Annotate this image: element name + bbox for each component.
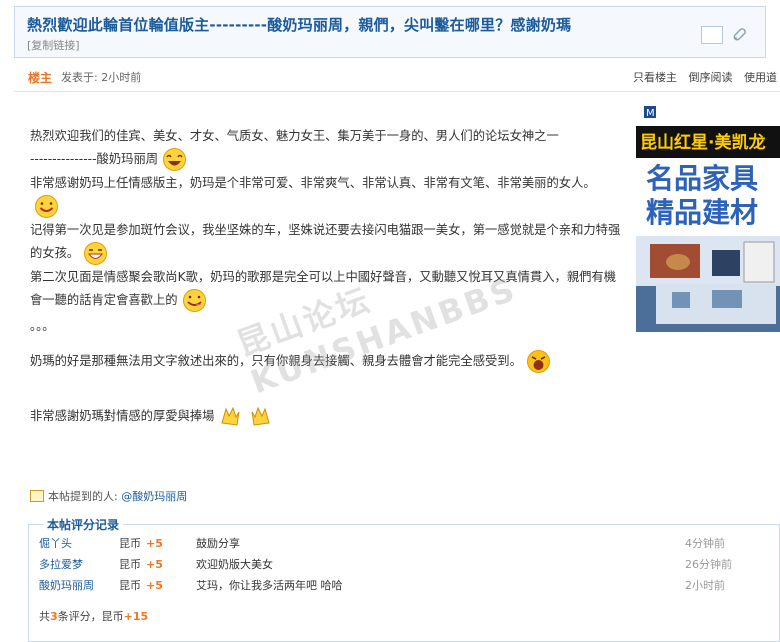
rating-count: 3 [50, 610, 58, 623]
paragraph-text: ---------------酸奶玛丽周 [30, 152, 159, 166]
wrench-icon[interactable] [731, 27, 747, 43]
rating-currency: 昆币 +5 [119, 537, 163, 550]
post-paragraph: 非常感謝奶瑪對情感的厚愛與捧場 [30, 403, 624, 430]
post-time: 发表于: 2小时前 [61, 71, 142, 84]
rating-row: 酸奶玛丽周 昆币 +5 艾玛，你让我多活两年吧 哈哈 2小时前 [39, 576, 780, 596]
grin-emoji-icon [84, 242, 108, 265]
post-paragraph: 热烈欢迎我们的佳宾、美女、才女、气质女、魅力女王、集万美于一身的、男人们的论坛女… [30, 129, 559, 143]
post-paragraph: 。。。 [30, 319, 55, 333]
post-paragraph: 非常感谢奶玛上任情感版主，奶玛是个非常可爱、非常爽气、非常认真、非常有文笔、非常… [30, 173, 624, 220]
post-paragraph: 奶瑪的好是那種無法用文字敘述出來的，只有你親身去接觸、親身去體會才能完全感受到。 [30, 348, 624, 375]
rating-user-link[interactable]: 倔丫头 [39, 534, 72, 554]
clap-left-icon [221, 406, 240, 426]
mentioned-users: 本帖提到的人: @酸奶玛丽周 [30, 488, 187, 504]
mention-label: 本帖提到的人: [48, 490, 118, 503]
ad-line1: 名品家具 [646, 162, 758, 195]
paragraph-text: 非常感谢奶玛上任情感版主，奶玛是个非常可爱、非常爽气、非常认真、非常有文笔、非常… [30, 176, 596, 190]
rating-record-box: 本帖评分记录 倔丫头 昆币 +5 鼓励分享 4分钟前 多拉爱梦 昆币 +5 欢迎奶版… [28, 516, 780, 642]
author-label: 楼主 [28, 71, 53, 85]
post-paragraph: ---------------酸奶玛丽周 [30, 146, 624, 173]
paragraph-text: 记得第一次见是参加斑竹会议，我坐坚姝的车，坚姝说还要去接闪电猫跟一美女，第一感觉… [30, 223, 621, 260]
post-paragraph: 第二次见面是情感聚会歌尚K歌，奶玛的歌那是完全可以上中國好聲音，又動聽又悅耳又真… [30, 267, 624, 314]
rating-row: 多拉爱梦 昆币 +5 欢迎奶版大美女 26分钟前 [39, 555, 780, 575]
rating-currency: 昆币 +5 [119, 579, 163, 592]
mentioned-user-link[interactable]: @酸奶玛丽周 [121, 490, 187, 503]
rating-reason: 艾玛，你让我多活两年吧 哈哈 [196, 579, 343, 592]
advertisement-banner[interactable]: M 昆山红星·美凯龙 名品家具 精品建材 [636, 104, 780, 332]
post-content: 热烈欢迎我们的佳宾、美女、才女、气质女、魅力女王、集万美于一身的、男人们的论坛女… [30, 126, 624, 430]
forum-post-page: 熱烈歡迎此輪首位輪值版主---------酸奶玛丽周，親們，尖叫鑿在哪里？感謝奶… [0, 0, 780, 642]
only-author-link[interactable]: 只看楼主 [633, 71, 677, 84]
paragraph-text: 第二次见面是情感聚会歌尚K歌，奶玛的歌那是完全可以上中國好聲音，又動聽又悅耳又真… [30, 270, 617, 307]
rating-user-link[interactable]: 酸奶玛丽周 [39, 576, 94, 596]
thread-title-bar: 熱烈歡迎此輪首位輪值版主---------酸奶玛丽周，親們，尖叫鑿在哪里？感謝奶… [14, 6, 766, 58]
rating-user-link[interactable]: 多拉爱梦 [39, 555, 83, 575]
mention-icon [30, 490, 44, 502]
ad-image: M 昆山红星·美凯龙 名品家具 精品建材 [636, 104, 780, 332]
laugh-emoji-icon [163, 148, 187, 171]
rating-score: +5 [146, 537, 163, 550]
paragraph-text: 非常感謝奶瑪對情感的厚愛與捧場 [30, 409, 215, 423]
post-paragraph: 记得第一次见是参加斑竹会议，我坐坚姝的车，坚姝说还要去接闪电猫跟一美女，第一感觉… [30, 220, 624, 267]
copy-link[interactable]: [复制链接] [27, 37, 80, 53]
rating-title: 本帖评分记录 [43, 516, 124, 533]
ad-brand: M [646, 108, 655, 119]
rating-row: 倔丫头 昆币 +5 鼓励分享 4分钟前 [39, 534, 780, 554]
reverse-order-link[interactable]: 倒序阅读 [689, 71, 733, 84]
paragraph-text: 奶瑪的好是那種無法用文字敘述出來的，只有你親身去接觸、親身去體會才能完全感受到。 [30, 354, 522, 368]
thread-title: 熱烈歡迎此輪首位輪值版主---------酸奶玛丽周，親們，尖叫鑿在哪里？感謝奶… [27, 16, 572, 34]
shout-emoji-icon [526, 350, 550, 373]
rating-time: 26分钟前 [685, 558, 732, 571]
rating-score: +5 [146, 579, 163, 592]
rating-total: +15 [123, 610, 149, 623]
smile-emoji-icon [35, 195, 58, 218]
tools-link[interactable]: 使用道 [744, 71, 777, 84]
rating-reason: 鼓励分享 [196, 537, 240, 550]
rating-score: +5 [146, 558, 163, 571]
ad-line2: 精品建材 [646, 196, 758, 229]
rating-time: 2小时前 [685, 579, 725, 592]
ad-title: 昆山红星·美凯龙 [640, 132, 765, 153]
rating-reason: 欢迎奶版大美女 [196, 558, 273, 571]
post-actions: 只看楼主 倒序阅读 使用道 [633, 69, 780, 85]
rating-top-border [28, 524, 780, 525]
tongue-emoji-icon [182, 289, 206, 312]
select-checkbox[interactable] [701, 26, 723, 44]
post-header: 楼主 发表于: 2小时前 只看楼主 倒序阅读 使用道 [14, 58, 780, 92]
rating-currency: 昆币 +5 [119, 558, 163, 571]
rating-summary: 共3条评分，昆币+15 [39, 610, 149, 623]
rating-time: 4分钟前 [685, 537, 725, 550]
clap-right-icon [251, 406, 271, 426]
